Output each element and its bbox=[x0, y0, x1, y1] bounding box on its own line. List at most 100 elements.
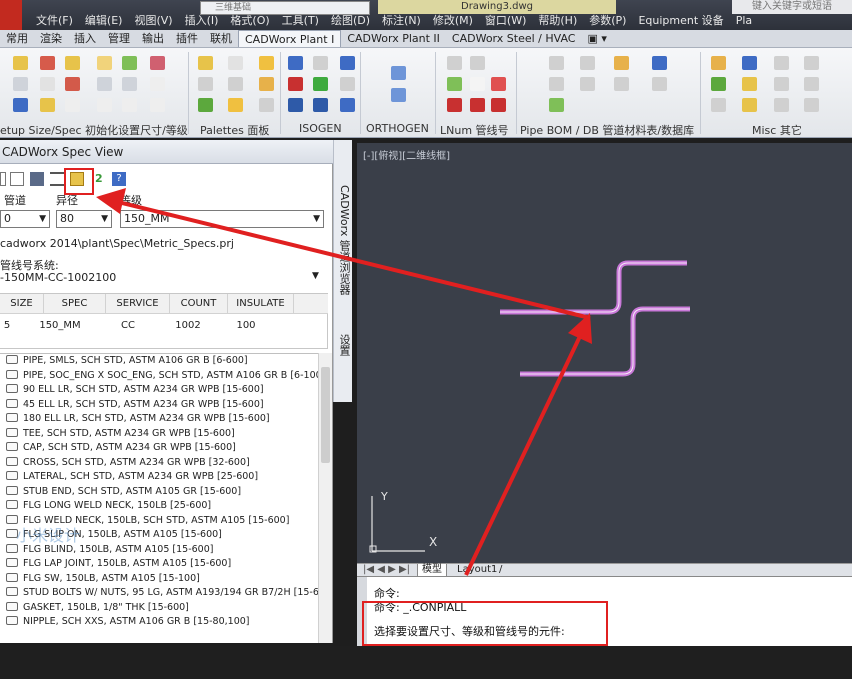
bom-f-icon[interactable] bbox=[580, 77, 595, 91]
pipe-a-icon[interactable] bbox=[97, 98, 112, 112]
menu-view[interactable]: 视图(V) bbox=[128, 14, 178, 28]
list-item[interactable]: FLG SW, 150LB, ASTM A105 [15-100] bbox=[0, 572, 318, 587]
arrow-icon[interactable] bbox=[65, 77, 80, 91]
menu-insert[interactable]: 插入(I) bbox=[179, 14, 225, 28]
menu-window[interactable]: 窗口(W) bbox=[479, 14, 532, 28]
tab-overflow[interactable]: ▣ ▾ bbox=[581, 30, 612, 47]
spec-select[interactable]: 150_MM ▼ bbox=[120, 210, 324, 228]
list-item[interactable]: 90 ELL LR, SCH STD, ASTM A234 GR WPB [15… bbox=[0, 383, 318, 398]
menu-file[interactable]: 文件(F) bbox=[30, 14, 79, 28]
link-icon[interactable] bbox=[97, 77, 112, 91]
check-icon[interactable] bbox=[122, 56, 137, 70]
traffic-light-icon[interactable] bbox=[288, 77, 303, 91]
misc-e-icon[interactable] bbox=[742, 77, 757, 91]
lnum-b-icon[interactable] bbox=[470, 56, 485, 70]
bom-e-icon[interactable] bbox=[549, 77, 564, 91]
misc-f-icon[interactable] bbox=[774, 77, 789, 91]
page-b-icon[interactable] bbox=[150, 98, 165, 112]
tab-cadworx-plant-2[interactable]: CADWorx Plant II bbox=[341, 30, 446, 47]
refresh-icon[interactable]: 2 bbox=[95, 172, 109, 186]
spec-editor-icon[interactable] bbox=[40, 98, 55, 112]
open-icon[interactable] bbox=[0, 172, 6, 186]
list-item[interactable]: FLG LAP JOINT, 150LB, ASTM A105 [15-600] bbox=[0, 557, 318, 572]
lnum-e-icon[interactable] bbox=[491, 98, 506, 112]
palette-e-icon[interactable] bbox=[259, 77, 274, 91]
list-item[interactable]: TEE, SCH STD, ASTM A234 GR WPB [15-600] bbox=[0, 427, 318, 442]
menu-help[interactable]: 帮助(H) bbox=[532, 14, 583, 28]
bom-c-icon[interactable] bbox=[614, 56, 629, 70]
bom-b-icon[interactable] bbox=[580, 56, 595, 70]
tab-manage[interactable]: 管理 bbox=[102, 30, 136, 47]
list-item[interactable]: STUB END, SCH STD, ASTM A105 GR [15-600] bbox=[0, 485, 318, 500]
drawing-canvas[interactable]: [-][俯视][二维线框] Y X bbox=[357, 143, 852, 563]
list-item[interactable]: 180 ELL LR, SCH STD, ASTM A234 GR WPB [1… bbox=[0, 412, 318, 427]
unlink-icon[interactable] bbox=[122, 77, 137, 91]
misc-c-icon[interactable] bbox=[804, 56, 819, 70]
list-item[interactable]: CROSS, SCH STD, ASTM A234 GR WPB [32-600… bbox=[0, 456, 318, 471]
pcf-in-icon[interactable] bbox=[313, 98, 328, 112]
pcf-out-icon[interactable] bbox=[288, 98, 303, 112]
document-icon[interactable] bbox=[40, 77, 55, 91]
bom-g-icon[interactable] bbox=[614, 77, 629, 91]
misc-a-icon[interactable] bbox=[711, 56, 726, 70]
menu-equipment[interactable]: Equipment 设备 bbox=[632, 14, 729, 28]
isogen-d-icon[interactable] bbox=[340, 77, 355, 91]
green-light-icon[interactable] bbox=[313, 77, 328, 91]
col-service[interactable]: SERVICE bbox=[106, 294, 170, 314]
isogen-e-icon[interactable] bbox=[340, 98, 355, 112]
misc-k-icon[interactable] bbox=[804, 98, 819, 112]
menu-format[interactable]: 格式(O) bbox=[224, 14, 275, 28]
minus-icon[interactable] bbox=[491, 77, 506, 91]
col-insulate[interactable]: INSULATE bbox=[228, 294, 294, 314]
palette-d-icon[interactable] bbox=[228, 77, 243, 91]
list-icon[interactable] bbox=[13, 77, 28, 91]
plus-icon[interactable] bbox=[470, 77, 485, 91]
bom-d-icon[interactable] bbox=[652, 56, 667, 70]
misc-i-icon[interactable] bbox=[742, 98, 757, 112]
menu-dimension[interactable]: 标注(N) bbox=[376, 14, 427, 28]
setup-icon[interactable] bbox=[13, 56, 28, 70]
isogen-a-icon[interactable] bbox=[288, 56, 303, 70]
bom-a-icon[interactable] bbox=[549, 56, 564, 70]
tab-cadworx-browser[interactable]: CADWorx 管道浏览器 bbox=[335, 165, 352, 315]
spec-icon[interactable] bbox=[65, 56, 80, 70]
grid-icon[interactable] bbox=[65, 98, 80, 112]
palette-a-icon[interactable] bbox=[228, 56, 243, 70]
table-row[interactable]: 5 150_MM CC 1002 100 bbox=[0, 316, 328, 336]
tab-home[interactable]: 常用 bbox=[0, 30, 34, 47]
size-icon[interactable] bbox=[40, 56, 55, 70]
menu-modify[interactable]: 修改(M) bbox=[427, 14, 479, 28]
list-item[interactable]: CAP, SCH STD, ASTM A234 GR WPB [15-600] bbox=[0, 441, 318, 456]
fitting-icon[interactable] bbox=[97, 56, 112, 70]
list-item[interactable]: NIPPLE, SCH XXS, ASTM A106 GR B [15-80,1… bbox=[0, 615, 318, 630]
lnum-d-icon[interactable] bbox=[470, 98, 485, 112]
list-item[interactable]: STUD BOLTS W/ NUTS, 95 LG, ASTM A193/194… bbox=[0, 586, 318, 601]
tab-render[interactable]: 渲染 bbox=[34, 30, 68, 47]
lnum-a-icon[interactable] bbox=[447, 56, 462, 70]
tab-online[interactable]: 联机 bbox=[204, 30, 238, 47]
palette-b-icon[interactable] bbox=[259, 56, 274, 70]
palette-h-icon[interactable] bbox=[259, 98, 274, 112]
palette-g-icon[interactable] bbox=[228, 98, 243, 112]
misc-g-icon[interactable] bbox=[804, 77, 819, 91]
list-view-icon[interactable] bbox=[50, 172, 64, 186]
lnum-next-icon[interactable] bbox=[447, 77, 462, 91]
tab-settings[interactable]: 设置 bbox=[335, 325, 352, 365]
main-size-select[interactable]: 0 ▼ bbox=[0, 210, 50, 228]
tab-insert[interactable]: 插入 bbox=[68, 30, 102, 47]
bom-h-icon[interactable] bbox=[652, 77, 667, 91]
tab-output[interactable]: 输出 bbox=[136, 30, 170, 47]
menu-tools[interactable]: 工具(T) bbox=[276, 14, 325, 28]
help-icon[interactable]: ? bbox=[112, 172, 126, 186]
chevron-down-icon[interactable]: ▼ bbox=[312, 271, 319, 281]
edit-icon[interactable] bbox=[150, 56, 165, 70]
misc-d-icon[interactable] bbox=[711, 77, 726, 91]
bom-i-icon[interactable] bbox=[549, 98, 564, 112]
menu-parametric[interactable]: 参数(P) bbox=[583, 14, 632, 28]
reduce-size-select[interactable]: 80 ▼ bbox=[56, 210, 112, 228]
spc-icon[interactable] bbox=[198, 56, 213, 70]
menu-edit[interactable]: 编辑(E) bbox=[79, 14, 129, 28]
orthogen-a-icon[interactable] bbox=[391, 66, 406, 80]
list-item[interactable]: PIPE, SMLS, SCH STD, ASTM A106 GR B [6-6… bbox=[0, 354, 318, 369]
list-item[interactable]: FLG LONG WELD NECK, 150LB [25-600] bbox=[0, 499, 318, 514]
